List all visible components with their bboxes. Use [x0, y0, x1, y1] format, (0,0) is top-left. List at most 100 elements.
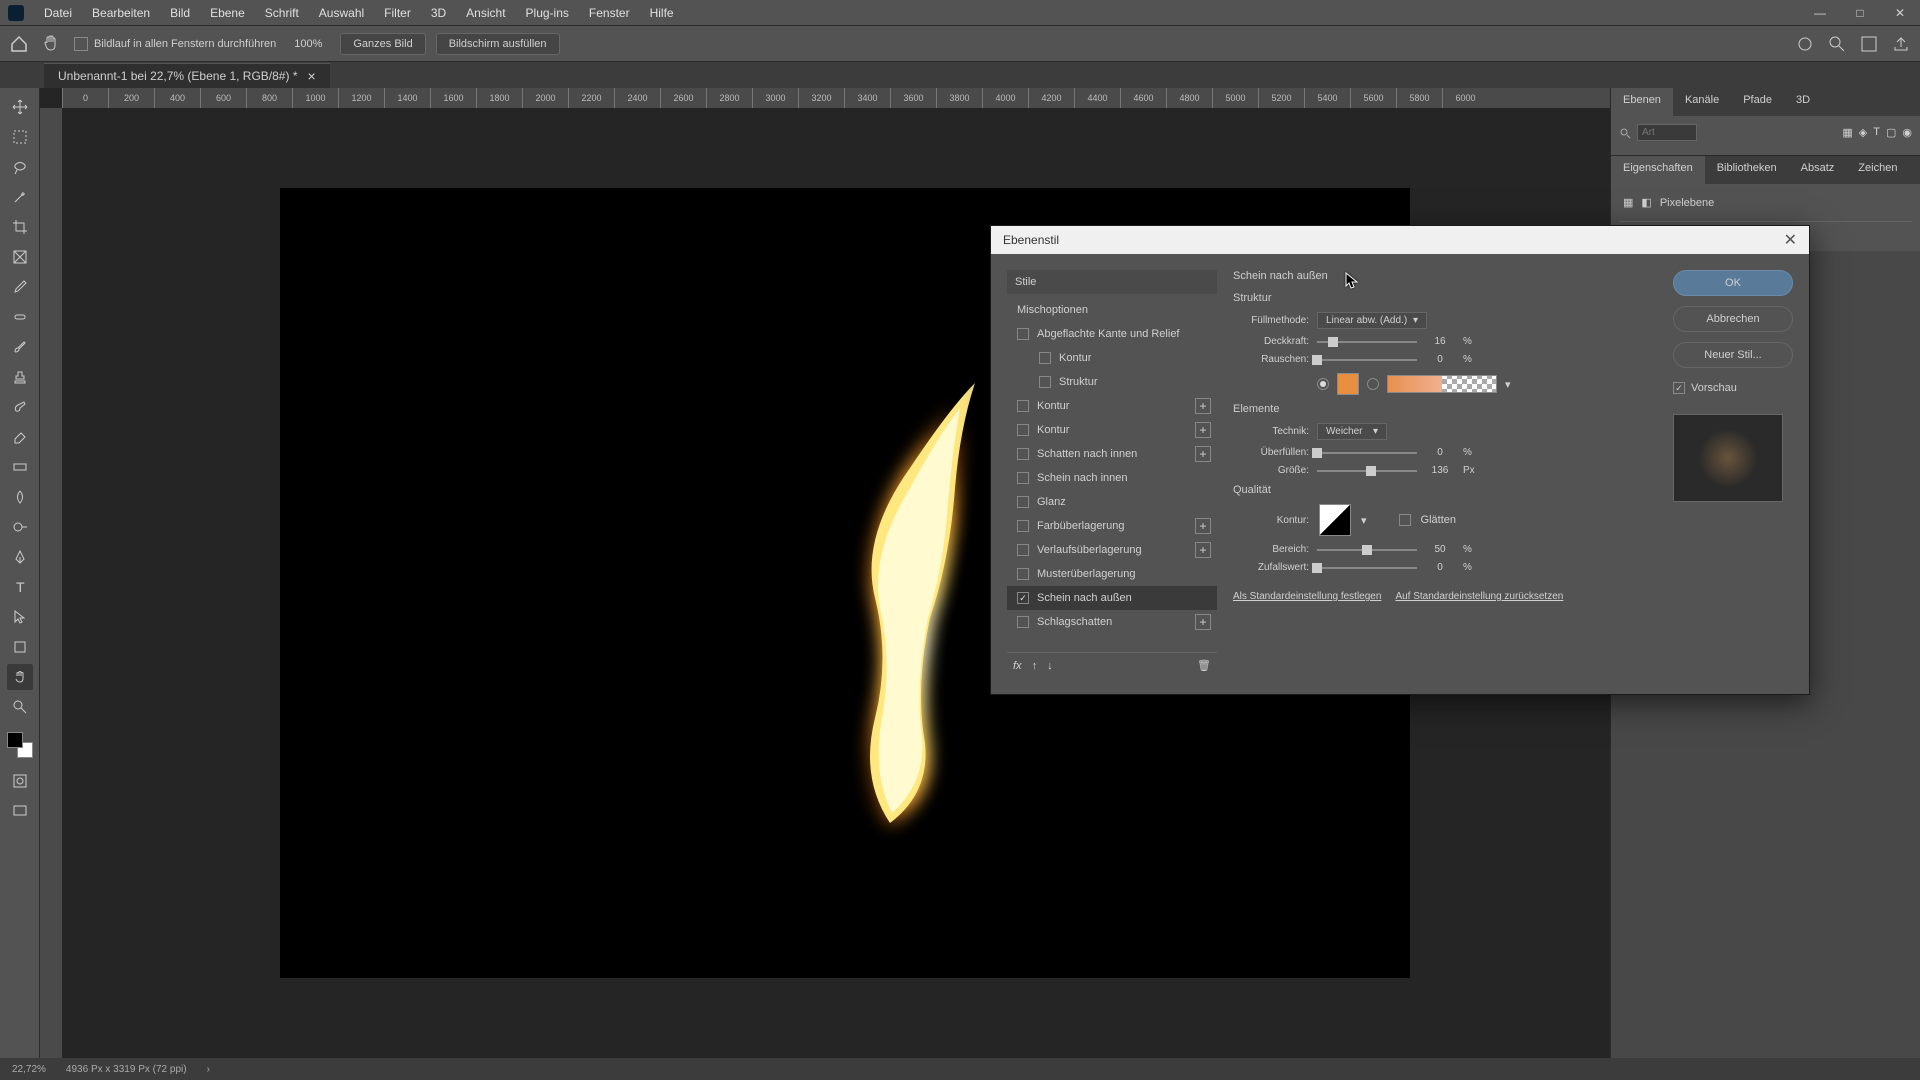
spread-value[interactable]: 0 — [1425, 447, 1455, 458]
blend-mode-dropdown[interactable]: Linear abw. (Add.)▾ — [1317, 312, 1427, 329]
type-tool[interactable]: T — [7, 574, 33, 600]
gradient-tool[interactable] — [7, 454, 33, 480]
style-bevel[interactable]: Abgeflachte Kante und Relief — [1007, 322, 1217, 346]
add-inner-shadow-icon[interactable]: + — [1195, 446, 1211, 462]
wand-tool[interactable] — [7, 184, 33, 210]
menu-3d[interactable]: 3D — [421, 6, 456, 20]
hand-tool[interactable] — [7, 664, 33, 690]
shape-tool[interactable] — [7, 634, 33, 660]
window-maximize[interactable]: □ — [1840, 0, 1880, 26]
add-stroke-icon[interactable]: + — [1195, 422, 1211, 438]
menu-filter[interactable]: Filter — [374, 6, 421, 20]
menu-auswahl[interactable]: Auswahl — [309, 6, 374, 20]
opacity-slider[interactable] — [1317, 341, 1417, 343]
range-value[interactable]: 50 — [1425, 544, 1455, 555]
chevron-down-icon[interactable]: ▾ — [1361, 514, 1367, 527]
filter-icon[interactable]: ◉ — [1902, 126, 1912, 139]
frame-tool[interactable] — [7, 244, 33, 270]
new-style-button[interactable]: Neuer Stil... — [1673, 342, 1793, 368]
paragraph-tab[interactable]: Absatz — [1789, 156, 1847, 184]
zoom-tool[interactable] — [7, 694, 33, 720]
cloud-icon[interactable] — [1796, 35, 1814, 53]
pen-tool[interactable] — [7, 544, 33, 570]
preview-checkbox[interactable] — [1673, 382, 1685, 394]
style-gradient-overlay[interactable]: Verlaufsüberlagerung+ — [1007, 538, 1217, 562]
ok-button[interactable]: OK — [1673, 270, 1793, 296]
preview-checkbox-row[interactable]: Vorschau — [1673, 382, 1793, 394]
style-outer-glow[interactable]: Schein nach außen — [1007, 586, 1217, 610]
dialog-titlebar[interactable]: Ebenenstil ✕ — [991, 226, 1809, 254]
properties-tab[interactable]: Eigenschaften — [1611, 156, 1705, 184]
eraser-tool[interactable] — [7, 424, 33, 450]
style-drop-shadow[interactable]: Schlagschatten+ — [1007, 610, 1217, 634]
style-satin[interactable]: Glanz — [1007, 490, 1217, 514]
style-stroke-2[interactable]: Kontur+ — [1007, 418, 1217, 442]
chevron-down-icon[interactable]: ▾ — [1505, 378, 1511, 391]
noise-slider[interactable] — [1317, 359, 1417, 361]
fill-screen-button[interactable]: Bildschirm ausfüllen — [436, 33, 560, 55]
screen-mode-tool[interactable] — [7, 798, 33, 824]
cancel-button[interactable]: Abbrechen — [1673, 306, 1793, 332]
size-value[interactable]: 136 — [1425, 465, 1455, 476]
technique-dropdown[interactable]: Weicher▾ — [1317, 423, 1387, 440]
move-tool[interactable] — [7, 94, 33, 120]
lasso-tool[interactable] — [7, 154, 33, 180]
status-zoom[interactable]: 22,72% — [12, 1064, 46, 1075]
jitter-value[interactable]: 0 — [1425, 562, 1455, 573]
fit-whole-image-button[interactable]: Ganzes Bild — [340, 33, 425, 55]
noise-value[interactable]: 0 — [1425, 354, 1455, 365]
add-stroke-icon[interactable]: + — [1195, 398, 1211, 414]
libraries-tab[interactable]: Bibliotheken — [1705, 156, 1789, 184]
workspace-icon[interactable] — [1860, 35, 1878, 53]
size-slider[interactable] — [1317, 470, 1417, 472]
document-tab[interactable]: Unbenannt-1 bei 22,7% (Ebene 1, RGB/8#) … — [44, 63, 330, 88]
path-select-tool[interactable] — [7, 604, 33, 630]
style-bevel-contour[interactable]: Kontur — [1007, 346, 1217, 370]
filter-icon[interactable]: T — [1873, 126, 1880, 139]
history-brush-tool[interactable] — [7, 394, 33, 420]
marquee-tool[interactable] — [7, 124, 33, 150]
window-minimize[interactable]: — — [1800, 0, 1840, 26]
add-drop-shadow-icon[interactable]: + — [1195, 614, 1211, 630]
window-close[interactable]: ✕ — [1880, 0, 1920, 26]
quick-mask-tool[interactable] — [7, 768, 33, 794]
fx-icon[interactable]: fx — [1013, 660, 1022, 672]
crop-tool[interactable] — [7, 214, 33, 240]
move-up-icon[interactable]: ↑ — [1032, 660, 1038, 672]
spread-slider[interactable] — [1317, 452, 1417, 454]
style-stroke[interactable]: Kontur+ — [1007, 394, 1217, 418]
character-tab[interactable]: Zeichen — [1846, 156, 1909, 184]
glow-gradient-picker[interactable] — [1387, 375, 1497, 393]
add-gradient-overlay-icon[interactable]: + — [1195, 542, 1211, 558]
layers-tab[interactable]: Ebenen — [1611, 88, 1673, 116]
style-pattern-overlay[interactable]: Musterüberlagerung — [1007, 562, 1217, 586]
menu-datei[interactable]: Datei — [34, 6, 82, 20]
foreground-color-swatch[interactable] — [7, 732, 23, 748]
dialog-close-icon[interactable]: ✕ — [1784, 230, 1797, 250]
zoom-value[interactable]: 100% — [294, 38, 322, 50]
menu-ansicht[interactable]: Ansicht — [456, 6, 515, 20]
style-blend-options[interactable]: Mischoptionen — [1007, 298, 1217, 322]
search-icon[interactable] — [1619, 127, 1631, 139]
hand-tool-icon[interactable] — [42, 35, 60, 53]
channels-tab[interactable]: Kanäle — [1673, 88, 1731, 116]
stamp-tool[interactable] — [7, 364, 33, 390]
gradient-radio[interactable] — [1367, 378, 1379, 390]
tab-close-icon[interactable]: × — [307, 68, 315, 84]
search-icon[interactable] — [1828, 35, 1846, 53]
dodge-tool[interactable] — [7, 514, 33, 540]
trash-icon[interactable]: 🗑 — [1197, 659, 1211, 672]
jitter-slider[interactable] — [1317, 567, 1417, 569]
contour-picker[interactable] — [1319, 504, 1351, 536]
antialias-checkbox[interactable] — [1399, 514, 1411, 526]
style-inner-glow[interactable]: Schein nach innen — [1007, 466, 1217, 490]
filter-icon[interactable]: ▦ — [1842, 126, 1852, 139]
move-down-icon[interactable]: ↓ — [1047, 660, 1053, 672]
chevron-right-icon[interactable]: › — [207, 1064, 210, 1075]
menu-schrift[interactable]: Schrift — [255, 6, 309, 20]
add-color-overlay-icon[interactable]: + — [1195, 518, 1211, 534]
reset-default-button[interactable]: Auf Standardeinstellung zurücksetzen — [1395, 591, 1563, 602]
menu-bearbeiten[interactable]: Bearbeiten — [82, 6, 160, 20]
style-inner-shadow[interactable]: Schatten nach innen+ — [1007, 442, 1217, 466]
brush-tool[interactable] — [7, 334, 33, 360]
